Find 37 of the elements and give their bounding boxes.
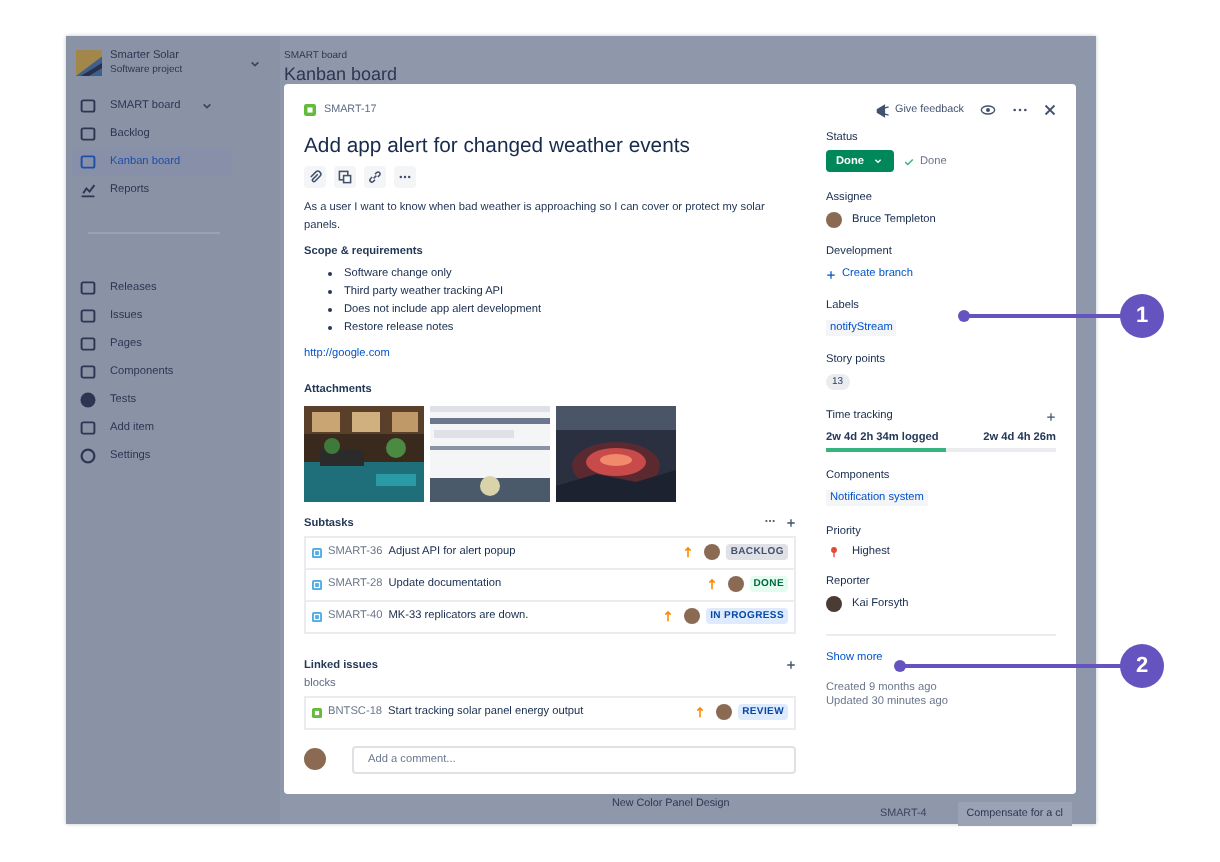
arrow-up-icon xyxy=(684,546,693,559)
check-icon xyxy=(904,157,914,165)
callout-number: 1 xyxy=(1120,294,1164,338)
chevron-down-icon xyxy=(250,59,260,67)
arrow-up-icon xyxy=(696,706,705,719)
more-icon[interactable] xyxy=(1012,104,1028,116)
priority-pin-icon xyxy=(830,545,838,557)
callout-number: 2 xyxy=(1120,644,1164,688)
chevron-down-icon xyxy=(874,158,882,164)
avatar xyxy=(826,596,842,612)
avatar xyxy=(684,608,701,625)
attach-button[interactable] xyxy=(304,166,326,188)
subtask-icon xyxy=(312,611,322,622)
arrow-up-icon xyxy=(664,610,673,623)
story-icon xyxy=(312,707,322,718)
eye-icon[interactable] xyxy=(980,104,996,116)
close-icon[interactable] xyxy=(1044,104,1056,116)
paperclip-icon xyxy=(308,170,322,184)
reports-icon xyxy=(80,182,96,198)
chevron-down-icon xyxy=(202,102,212,110)
more-button[interactable] xyxy=(394,166,416,188)
avatar xyxy=(304,748,326,771)
board-title: Kanban board xyxy=(284,64,400,84)
link-icon xyxy=(368,170,382,184)
subtask-icon xyxy=(338,170,352,184)
avatar xyxy=(716,704,733,721)
issue-title: Add app alert for changed weather events xyxy=(304,136,692,158)
subtask-icon xyxy=(312,579,322,590)
subtask-icon xyxy=(312,547,322,558)
link-button[interactable] xyxy=(364,166,386,188)
story-icon xyxy=(304,104,316,116)
megaphone-icon xyxy=(875,103,890,117)
arrow-up-icon xyxy=(707,578,716,591)
project-logo-icon xyxy=(76,50,102,76)
more-icon xyxy=(398,170,412,184)
avatar xyxy=(826,211,842,227)
subtask-button[interactable] xyxy=(334,166,356,188)
